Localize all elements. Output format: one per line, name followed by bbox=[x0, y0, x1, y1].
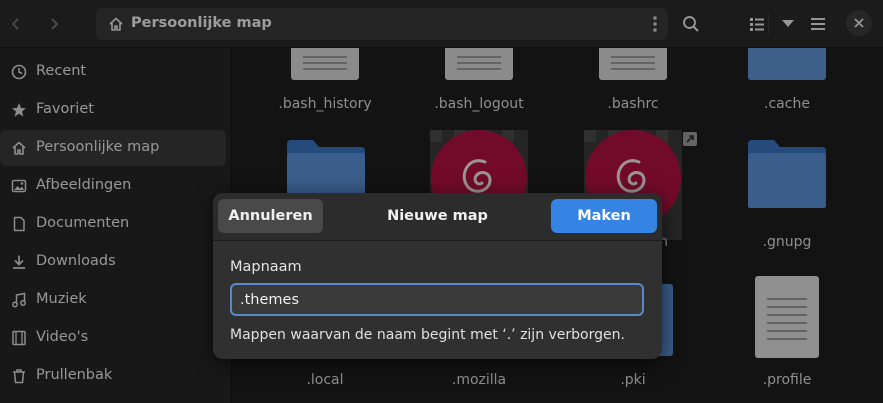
dialog-header: Nieuwe map Annuleren Maken bbox=[213, 193, 662, 241]
create-button[interactable]: Maken bbox=[551, 199, 657, 233]
folder-name-label: Mapnaam bbox=[230, 259, 302, 275]
folder-name-input[interactable] bbox=[230, 283, 644, 316]
new-folder-dialog: Nieuwe map Annuleren Maken Mapnaam Mappe… bbox=[213, 193, 662, 359]
hidden-folder-hint: Mappen waarvan de naam begint met ‘.’ zi… bbox=[230, 327, 625, 343]
cancel-button[interactable]: Annuleren bbox=[218, 199, 323, 233]
